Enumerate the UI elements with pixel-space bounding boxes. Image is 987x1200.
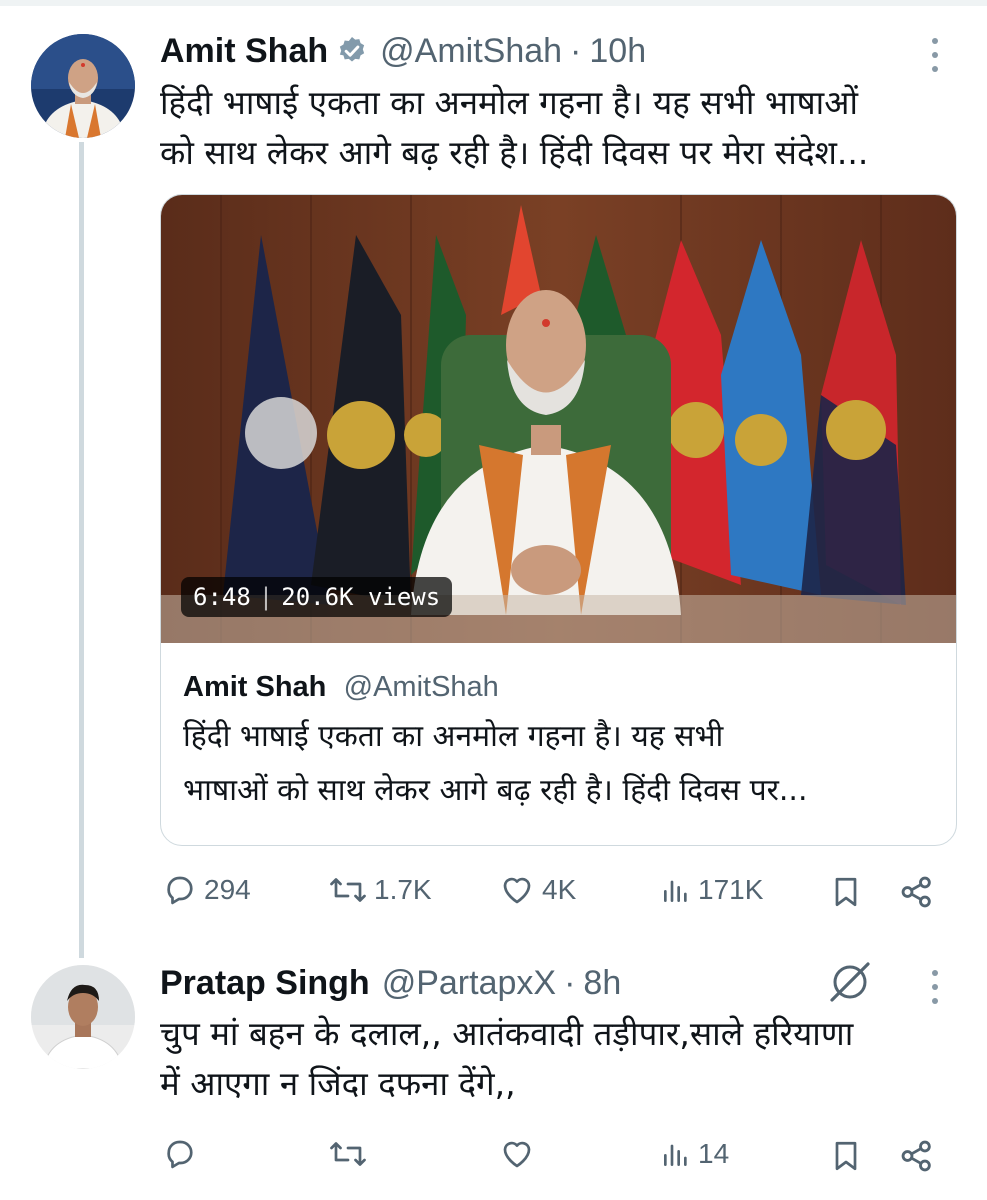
quoted-author-handle: @AmitShah — [343, 671, 499, 703]
like-button[interactable]: 4K — [498, 872, 576, 908]
heart-icon — [498, 872, 536, 908]
reply-header: Pratap Singh @PartapxX · 8h — [160, 963, 621, 1003]
author-avatar[interactable] — [31, 34, 135, 138]
quoted-text-line: भाषाओं को साथ लेकर आगे बढ़ रही है। हिंदी… — [183, 773, 808, 808]
like-count: 4K — [542, 874, 577, 905]
retweet-count: 1.7K — [374, 874, 432, 905]
reply-header-separator: · — [564, 964, 576, 1002]
reply-author-handle[interactable]: @PartapxX — [382, 963, 556, 1003]
video-thumbnail[interactable] — [161, 195, 956, 643]
reply-bookmark-button[interactable] — [828, 1136, 864, 1176]
reply-share-button[interactable] — [898, 1136, 936, 1176]
quoted-video-card[interactable]: 6:48 | 20.6K views Amit Shah @AmitShah ह… — [160, 194, 957, 846]
reply-author-name[interactable]: Pratap Singh — [160, 963, 370, 1003]
tweet-text: हिंदी भाषाई एकता का अनमोल गहना है। यह सभ… — [160, 78, 868, 178]
reply-views-button[interactable]: 14 — [660, 1136, 729, 1172]
thread-connector-line — [79, 142, 84, 958]
reply-button[interactable]: 294 — [162, 872, 251, 908]
reply-text-line: में आएगा न जिंदा दफना देंगे,, — [160, 1064, 516, 1103]
views-count: 171K — [698, 874, 764, 905]
quoted-text-line: हिंदी भाषाई एकता का अनमोल गहना है। यह सभ… — [183, 719, 724, 754]
views-bar-chart-icon — [660, 1136, 692, 1172]
tweet-header: Amit Shah @AmitShah · 10h — [160, 31, 646, 71]
header-separator: · — [570, 32, 582, 70]
share-icon — [898, 1136, 936, 1176]
reply-more-options-icon[interactable] — [930, 970, 940, 1004]
tweet-time[interactable]: 10h — [589, 31, 646, 71]
grok-icon[interactable] — [826, 960, 874, 1008]
reply-views-count: 14 — [698, 1138, 730, 1169]
views-bar-chart-icon — [660, 872, 692, 908]
retweet-icon — [328, 872, 368, 908]
video-duration: 6:48 — [193, 583, 251, 611]
quoted-tweet-header: Amit Shah @AmitShah — [183, 668, 499, 705]
more-options-icon[interactable] — [930, 38, 940, 72]
reply-icon — [162, 872, 198, 908]
reply-retweet-button[interactable] — [328, 1136, 368, 1172]
views-button[interactable]: 171K — [660, 872, 763, 908]
tweet-text-line: हिंदी भाषाई एकता का अनमोल गहना है। यह सभ… — [160, 83, 858, 122]
video-badge-separator: | — [258, 583, 274, 611]
reply-time[interactable]: 8h — [583, 963, 621, 1003]
reply-reply-button[interactable] — [162, 1136, 198, 1172]
video-duration-badge: 6:48 | 20.6K views — [181, 577, 453, 617]
share-icon — [898, 872, 936, 912]
reply-author-avatar[interactable] — [31, 965, 135, 1069]
reply-text-line: चुप मां बहन के दलाल,, आतंकवादी तड़ीपार,स… — [160, 1014, 854, 1053]
bookmark-button[interactable] — [828, 872, 864, 912]
share-button[interactable] — [898, 872, 936, 912]
reply-text: चुप मां बहन के दलाल,, आतंकवादी तड़ीपार,स… — [160, 1009, 853, 1109]
reply-icon — [162, 1136, 198, 1172]
video-views: 20.6K views — [281, 583, 441, 611]
reply-like-button[interactable] — [498, 1136, 536, 1172]
verified-badge-icon — [336, 35, 368, 67]
bookmark-icon — [828, 872, 864, 912]
author-name[interactable]: Amit Shah — [160, 31, 328, 71]
heart-icon — [498, 1136, 536, 1172]
quoted-author-name: Amit Shah — [183, 671, 327, 703]
author-handle[interactable]: @AmitShah — [380, 31, 562, 71]
retweet-icon — [328, 1136, 368, 1172]
retweet-button[interactable]: 1.7K — [328, 872, 432, 908]
reply-count: 294 — [204, 874, 251, 905]
quoted-tweet-text: हिंदी भाषाई एकता का अनमोल गहना है। यह सभ… — [183, 710, 808, 818]
bookmark-icon — [828, 1136, 864, 1176]
tweet-text-line: को साथ लेकर आगे बढ़ रही है। हिंदी दिवस प… — [160, 133, 869, 172]
top-divider — [0, 0, 987, 6]
